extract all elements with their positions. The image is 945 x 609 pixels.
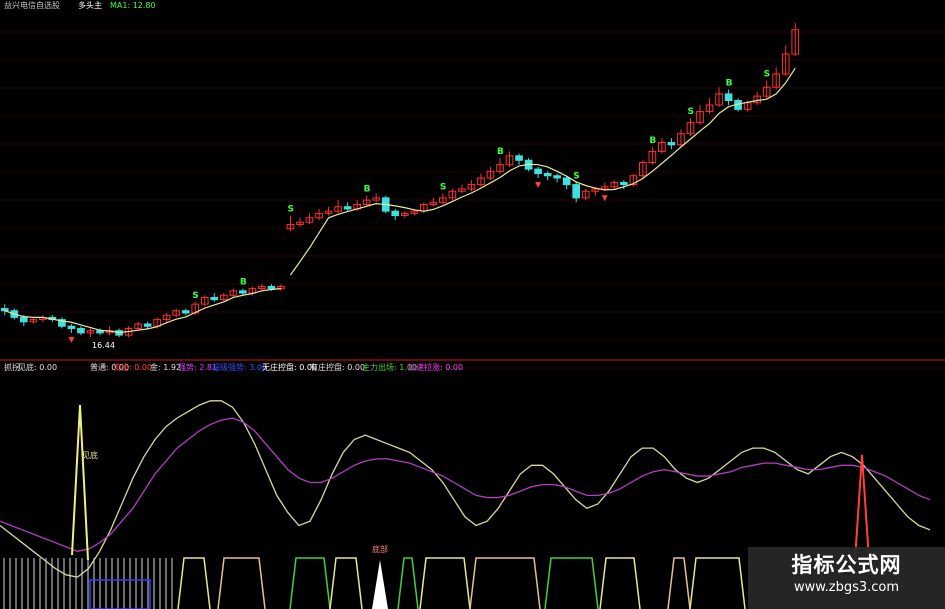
candle-body (0, 308, 9, 312)
candle-body (210, 296, 219, 301)
candle-body (667, 142, 676, 146)
signal-bar (329, 557, 363, 609)
sell-signal-marker: S (764, 70, 770, 80)
sell-signal-marker: S (192, 291, 198, 301)
price-annotation: 16.44 (92, 341, 115, 350)
signal-bar (419, 557, 471, 609)
main-title: 益兴电信自选股 (4, 0, 60, 10)
candle-body (515, 155, 523, 161)
sub-legend-7: 无庄控盘: 0.00 (262, 362, 317, 372)
signal-markers: S B S B S B S B S B S (68, 70, 770, 343)
signal-bar (397, 557, 419, 609)
sell-signal-marker: S (573, 171, 579, 181)
sell-signal-marker: B (649, 136, 656, 146)
bottom-signal-label: 底部 (372, 544, 388, 554)
sub-legend-3: 流出: 0.00 (113, 362, 152, 372)
main-ma-value: MA1: 12.80 (110, 1, 156, 10)
main-subtitle: 多头主 (78, 0, 102, 10)
candle-body (534, 168, 542, 175)
signal-bar (469, 557, 541, 609)
signal-bar (89, 579, 151, 609)
candle-body (143, 323, 152, 327)
down-arrow-marker (535, 181, 542, 188)
signal-bar (177, 557, 211, 609)
candle-body (572, 184, 581, 199)
candlestick-series (0, 23, 800, 338)
sub-legend-6: 超级强势: 3.00 (212, 362, 267, 372)
price-grid (0, 31, 945, 369)
signal-bar (599, 557, 641, 609)
candle-body (619, 181, 628, 186)
signal-bar (689, 557, 746, 609)
signal-bar (667, 557, 691, 609)
sell-signal-marker: S (287, 205, 293, 215)
sub-legend-8: 有庄控盘: 0.00 (310, 362, 365, 372)
candle-body (343, 206, 352, 210)
sell-signal-marker: S (440, 182, 446, 192)
sub-legend-10: 加速拉涨: 0.00 (408, 362, 463, 372)
candle-body (724, 93, 733, 102)
candle-body (181, 310, 190, 314)
candle-body (19, 316, 28, 323)
buy-spike (71, 404, 89, 561)
sell-signal-marker: B (240, 278, 247, 288)
candle-body (239, 290, 247, 294)
signal-bar (544, 557, 599, 609)
oscillator-series-line (0, 417, 931, 552)
sell-signal-marker: S (687, 107, 693, 117)
candle-body (562, 177, 571, 186)
stock-chart: S B S B S B S B S B S 益兴电信自选股 多头主 MA1: 12.80 16.44… (0, 0, 945, 609)
sub-legend-1: 见底: 0.00 (18, 362, 57, 372)
candle-body (553, 175, 561, 179)
buy-signal-label: 见底 (82, 450, 98, 460)
signal-bars (3, 557, 746, 609)
sub-legend-4: 金: 1.92 (150, 362, 181, 372)
signal-bar (289, 557, 331, 609)
candle-body (67, 325, 76, 329)
signal-bar (217, 557, 266, 609)
site-watermark: 指标公式网 www.zbgs3.com (748, 547, 945, 609)
sell-spike (854, 454, 870, 561)
signal-bar (372, 560, 388, 609)
candle-body (391, 210, 400, 217)
sell-signal-marker: B (726, 78, 733, 88)
watermark-url: www.zbgs3.com (793, 580, 900, 595)
sell-signal-marker: B (364, 185, 371, 195)
ma-line-segment (4, 288, 282, 334)
watermark-title: 指标公式网 (791, 553, 902, 577)
candle-body (77, 327, 85, 334)
candle-body (543, 173, 552, 177)
sell-signal-marker: B (497, 147, 504, 157)
candle-body (267, 285, 276, 290)
